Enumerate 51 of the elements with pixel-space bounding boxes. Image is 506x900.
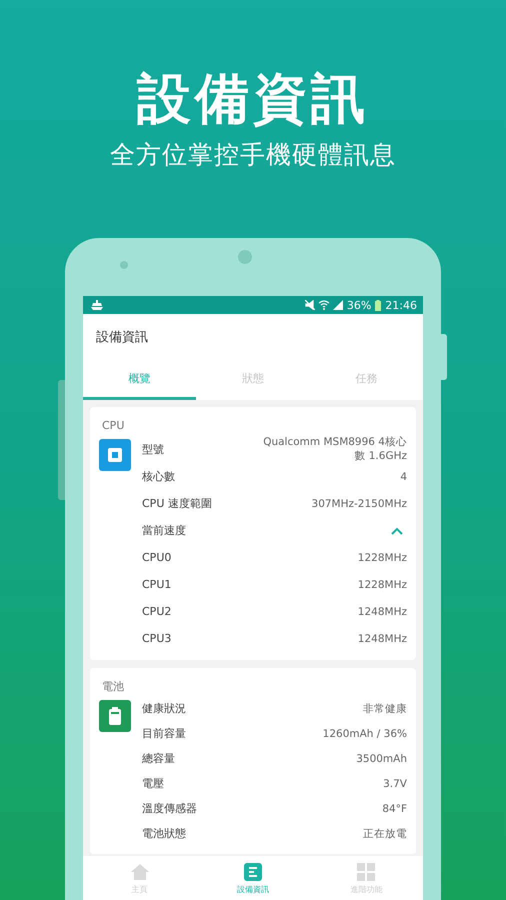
row-label: 電池狀態 [142, 826, 186, 841]
cpu-chip-icon [99, 439, 131, 471]
row-value: 正在放電 [363, 826, 407, 840]
sensor-dot-icon [120, 261, 128, 269]
app-title: 設備資訊 [96, 329, 148, 346]
row-value: 307MHz-2150MHz [312, 498, 407, 510]
battery-percent: 36% [346, 298, 372, 312]
row-value: 1228MHz [358, 578, 407, 590]
row-value: 1228MHz [358, 552, 407, 564]
row-value: Qualcomm MSM8996 4核心數 1.6GHz [262, 435, 407, 463]
row-label: 核心數 [142, 469, 175, 484]
row-label: CPU1 [142, 578, 172, 591]
clock: 21:46 [385, 298, 417, 312]
mute-icon [304, 300, 315, 310]
row-value: 1260mAh / 36% [322, 728, 407, 740]
chevron-up-icon[interactable] [391, 526, 403, 534]
signal-icon [332, 300, 343, 310]
row-label: CPU2 [142, 605, 172, 618]
row-label: 當前速度 [142, 523, 186, 538]
row-value: 3.7V [383, 778, 407, 790]
row-value: 1248MHz [358, 632, 407, 644]
nav-label[interactable]: 設備資訊 [236, 884, 269, 894]
row-label: CPU3 [142, 632, 172, 645]
row-label: CPU 速度範圍 [142, 496, 212, 511]
row-label: 健康狀況 [142, 701, 186, 716]
section-title: 電池 [102, 679, 124, 695]
row-label: 溫度傳感器 [142, 801, 197, 816]
tab[interactable]: 狀態 [196, 360, 310, 400]
row-label: 電壓 [142, 776, 164, 791]
row-label: 型號 [142, 442, 164, 456]
battery-icon [375, 300, 382, 310]
row-value: 4 [400, 470, 407, 482]
grid-icon[interactable] [356, 862, 376, 882]
tab[interactable]: 概覽 [83, 360, 196, 400]
wifi-icon [318, 300, 329, 310]
document-icon[interactable] [242, 862, 263, 882]
row-label: CPU0 [142, 551, 172, 564]
tab[interactable]: 任務 [310, 360, 423, 400]
section-title: CPU [102, 418, 124, 434]
headline: 設備資訊 [137, 66, 369, 132]
subheadline: 全方位掌控手機硬體訊息 [110, 139, 396, 171]
row-value: 非常健康 [363, 702, 407, 716]
camera-dot-icon [238, 250, 252, 264]
row-label: 總容量 [142, 751, 175, 766]
row-value: 1248MHz [358, 606, 407, 618]
home-icon[interactable] [130, 862, 150, 882]
battery-icon [99, 700, 131, 732]
row-value: 3500mAh [356, 752, 407, 764]
row-value: 84°F [382, 802, 407, 814]
row-label: 目前容量 [142, 726, 186, 741]
boat-icon [91, 300, 103, 310]
